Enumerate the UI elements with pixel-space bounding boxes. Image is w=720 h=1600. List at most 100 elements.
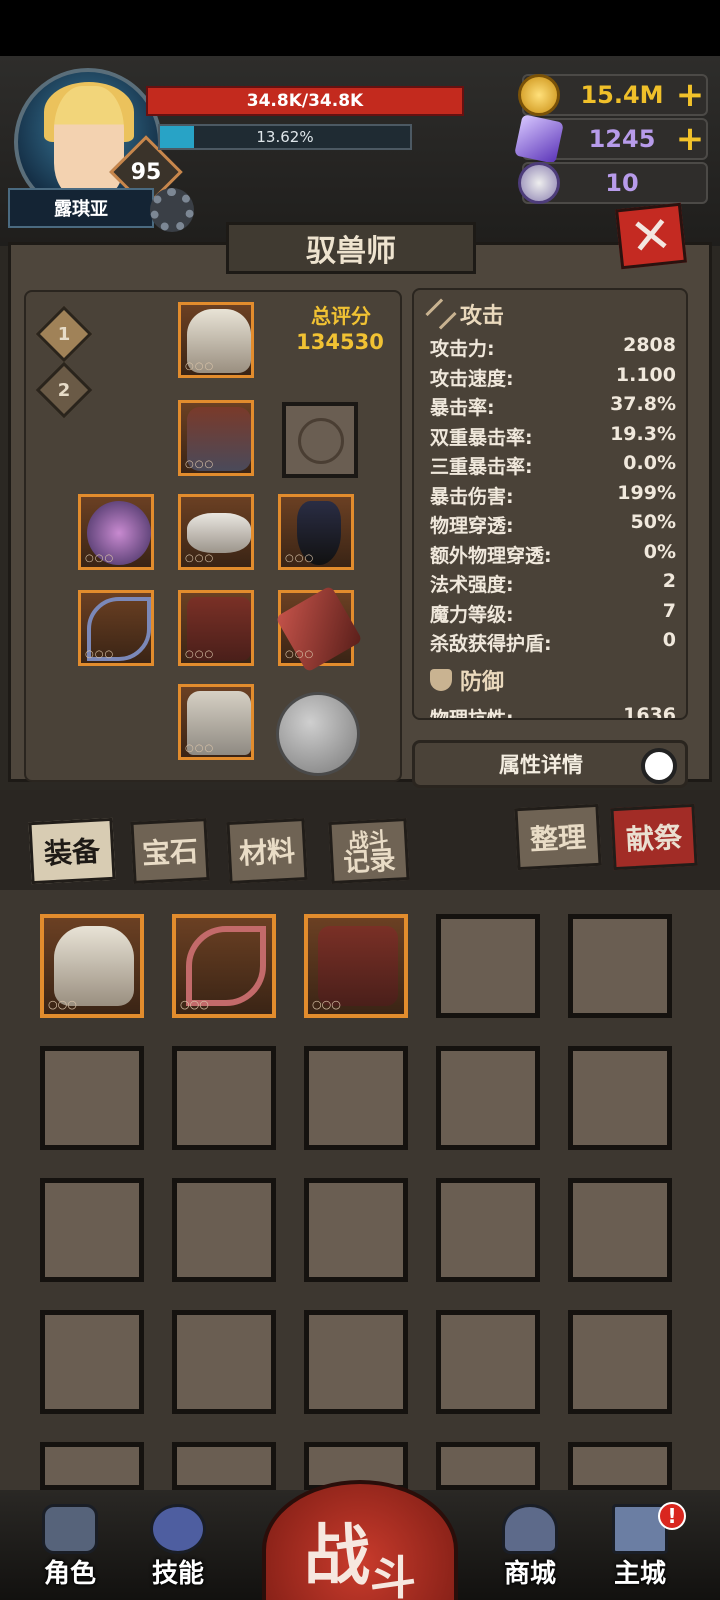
dragon-helmet-icon	[54, 926, 134, 1006]
equip-slot-boots[interactable]: ○○○	[178, 684, 254, 760]
stat-value: 2808	[623, 334, 676, 356]
panel-title: 驭兽师	[226, 222, 476, 274]
add-gold-button[interactable]: +	[676, 75, 705, 115]
inventory-slot[interactable]	[40, 1442, 144, 1490]
stat-value: 37.8%	[610, 393, 676, 415]
stat-row: 攻击力: 2808	[430, 334, 676, 362]
stat-value: 50%	[630, 511, 676, 533]
inventory-slot[interactable]	[40, 1178, 144, 1282]
inventory-slot[interactable]	[40, 1310, 144, 1414]
equip-slot-helmet[interactable]: ○○○	[178, 302, 254, 378]
inventory-slot[interactable]	[436, 1442, 540, 1490]
add-crystal-button[interactable]: +	[676, 119, 705, 159]
stat-row: 魔力等级: 7	[430, 600, 676, 628]
gold-coin-icon	[518, 74, 560, 116]
purple-crystal-icon	[514, 114, 564, 164]
plated-belt-icon	[187, 513, 251, 553]
equip-slot-belt[interactable]: ○○○	[178, 494, 254, 570]
inventory-slot[interactable]	[172, 1310, 276, 1414]
xp-bar-fill	[160, 126, 195, 148]
stat-value: 2	[662, 570, 676, 592]
skills-swirl-icon	[150, 1504, 206, 1554]
tab-equipment[interactable]: 装备	[28, 817, 116, 885]
inventory-slot[interactable]	[436, 1046, 540, 1150]
inventory-slot[interactable]	[172, 1046, 276, 1150]
tab-battle-log[interactable]: 战斗 记录	[328, 818, 410, 884]
stat-label: 三重暴击率:	[430, 456, 533, 478]
shield-icon	[430, 669, 452, 691]
stat-row: 暴击率: 37.8%	[430, 393, 676, 421]
gold-value: 15.4M	[580, 81, 664, 109]
stat-value: 19.3%	[610, 422, 676, 445]
tab-materials[interactable]: 材料	[226, 818, 308, 884]
sacrifice-button[interactable]: 献祭	[610, 803, 698, 871]
game-screen: { "player": {"name": "露琪亚", "level": "95…	[0, 0, 720, 1600]
inventory-slot[interactable]	[436, 914, 540, 1018]
attack-header: 攻击	[425, 298, 504, 330]
stat-value: 0	[662, 629, 676, 651]
magnifier-icon	[641, 748, 677, 784]
stat-value: 0%	[643, 540, 676, 563]
nav-shop[interactable]: 商城	[482, 1500, 578, 1596]
sort-button[interactable]: 整理	[514, 803, 602, 871]
dragon-greaves-icon	[318, 926, 398, 1006]
equip-slot-main-weapon[interactable]: ○○○	[78, 590, 154, 666]
attribute-details-button[interactable]: 属性详情	[412, 740, 688, 788]
inventory-slot[interactable]	[172, 1178, 276, 1282]
equip-slot-amulet[interactable]: ○○○	[278, 494, 354, 570]
inventory-slot[interactable]	[568, 914, 672, 1018]
score-value: 134530	[296, 330, 384, 354]
nav-character[interactable]: 角色	[22, 1500, 118, 1596]
equip-slot-armor[interactable]: ○○○	[178, 400, 254, 476]
inventory-slot[interactable]	[172, 1442, 276, 1490]
xp-text: 13.62%	[256, 128, 314, 146]
stat-label: 暴击伤害:	[430, 485, 514, 508]
inventory-slot[interactable]	[568, 1178, 672, 1282]
silver-ring-icon[interactable]	[276, 692, 360, 776]
inventory-slot[interactable]	[304, 1046, 408, 1150]
inventory-item[interactable]: ○○○	[40, 914, 144, 1018]
inventory-item[interactable]: ○○○	[172, 914, 276, 1018]
inventory-slot[interactable]	[436, 1310, 540, 1414]
inventory-slot[interactable]	[568, 1442, 672, 1490]
currency-crystal: 1245 +	[514, 114, 708, 164]
inventory-slot[interactable]	[568, 1046, 672, 1150]
inventory-slot[interactable]	[304, 1178, 408, 1282]
stat-label: 魔力等级:	[430, 603, 514, 626]
stats-panel[interactable]: 攻击 攻击力: 2808 攻击速度: 1.100 暴击率: 37.8% 双重暴击率: 19.3…	[412, 288, 688, 720]
inventory-slot[interactable]	[568, 1310, 672, 1414]
shop-tent-icon	[502, 1504, 558, 1554]
stat-label: 双重暴击率:	[430, 426, 533, 449]
stat-label: 法术强度:	[430, 574, 514, 596]
stat-label: 攻击力:	[430, 338, 495, 360]
currency-gold: 15.4M +	[518, 74, 708, 116]
character-helmet-icon	[42, 1504, 98, 1554]
nav-skills[interactable]: 技能	[130, 1500, 226, 1596]
settings-gear-icon[interactable]	[150, 188, 194, 232]
score-label: 总评分	[311, 304, 371, 328]
defense-header: 防御	[430, 664, 504, 696]
stat-label: 物理穿透:	[430, 515, 514, 537]
inventory-slot[interactable]	[304, 1310, 408, 1414]
stat-row-physical-resist: 物理抗性: 1636	[430, 704, 676, 720]
inventory-slot[interactable]	[40, 1046, 144, 1150]
stat-row: 物理穿透: 50%	[430, 511, 676, 539]
avatar-face	[54, 86, 124, 196]
equip-slot-off-weapon[interactable]: ○○○	[275, 585, 363, 673]
equip-slot-empty[interactable]	[282, 402, 358, 478]
inventory-item[interactable]: ○○○	[304, 914, 408, 1018]
ram-skull-icon	[518, 162, 560, 204]
inventory-slot[interactable]	[436, 1178, 540, 1282]
stat-row: 攻击速度: 1.100	[430, 364, 676, 392]
close-x-icon[interactable]: ✕	[615, 202, 687, 270]
stat-row: 暴击伤害: 199%	[430, 482, 676, 510]
beast-emblem-icon	[298, 418, 344, 464]
stat-label: 暴击率:	[430, 397, 495, 419]
equip-slot-shield[interactable]: ○○○	[78, 494, 154, 570]
equip-slot-legs[interactable]: ○○○	[178, 590, 254, 666]
stat-value: 1.100	[615, 363, 676, 386]
stat-row: 杀敌获得护盾: 0	[430, 629, 676, 657]
token-value: 10	[605, 169, 639, 197]
crossed-swords-icon	[425, 298, 457, 330]
tab-gems[interactable]: 宝石	[130, 818, 210, 884]
